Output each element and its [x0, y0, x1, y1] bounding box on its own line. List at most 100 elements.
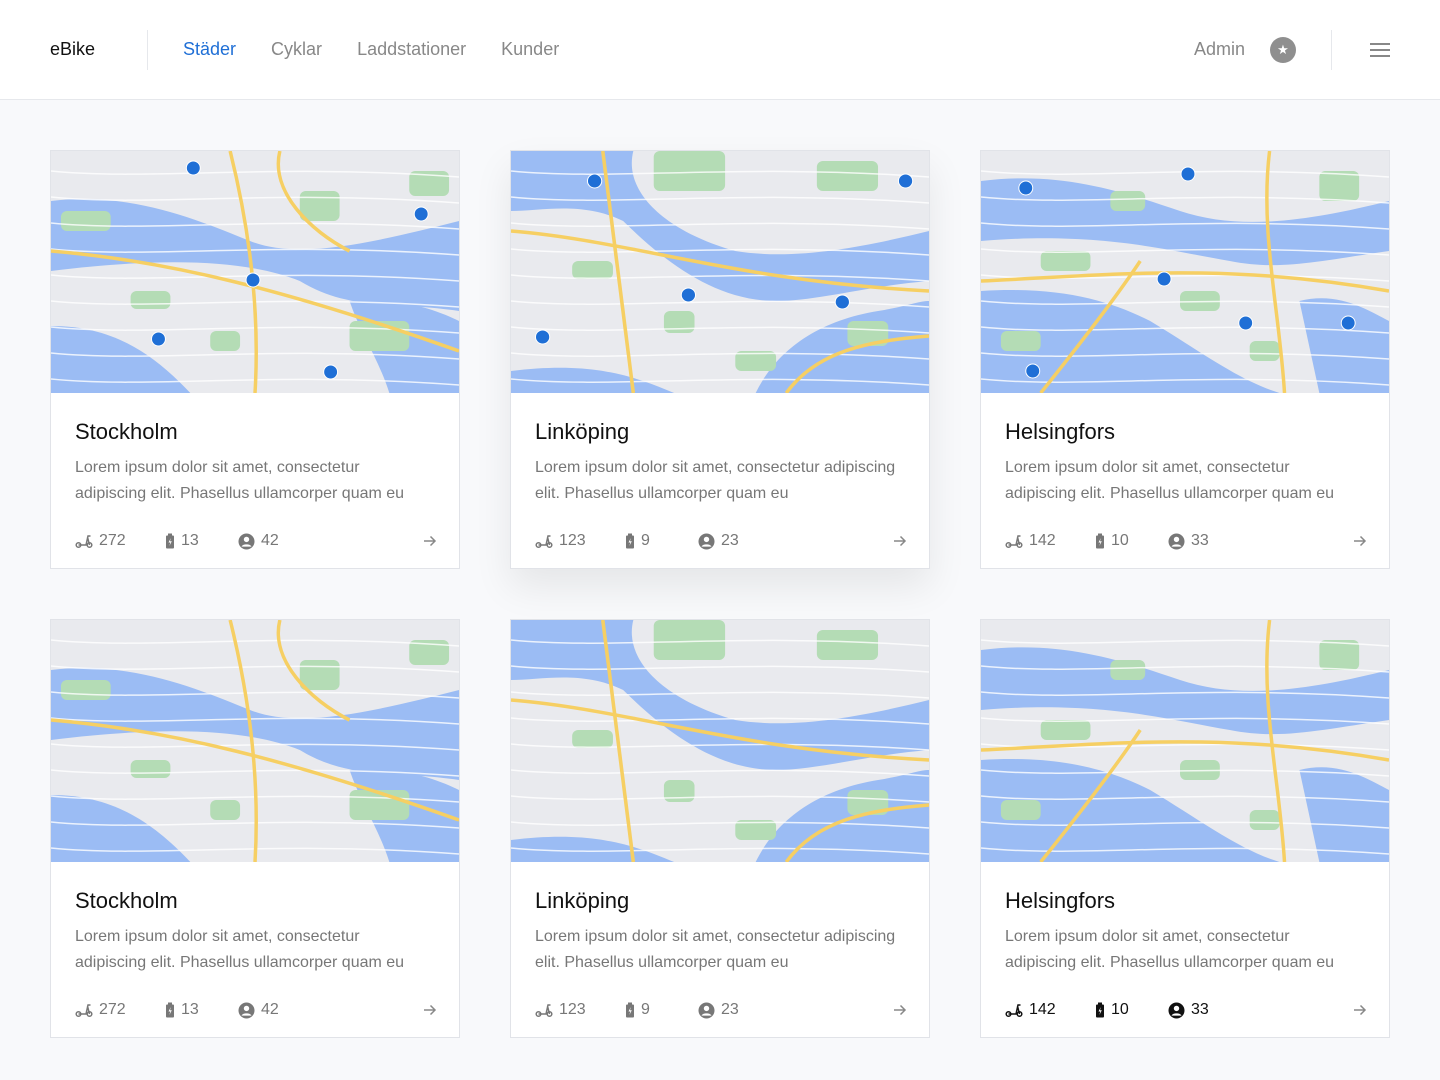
customer-count: 42 [238, 532, 308, 550]
scooter-location-marker[interactable] [680, 287, 697, 303]
city-title: Helsingfors [1005, 419, 1116, 444]
battery-icon [1096, 533, 1104, 549]
city-stats: 123 9 23 [535, 999, 907, 1021]
user-area: Admin ★ [1194, 29, 1390, 70]
scooter-location-marker[interactable] [1340, 315, 1356, 331]
nav-item-cyklar[interactable]: Cyklar [271, 39, 322, 60]
city-stats: 142 10 33 [1005, 999, 1367, 1021]
arrow-right-icon[interactable] [893, 535, 907, 547]
arrow-right-icon[interactable] [423, 535, 437, 547]
city-stats: 272 13 42 [75, 999, 437, 1021]
scooter-location-marker[interactable] [897, 173, 914, 189]
city-map[interactable] [51, 620, 459, 862]
city-description: Lorem ipsum dolor sit amet, consectetur … [1005, 459, 1335, 502]
customer-count: 42 [238, 1001, 308, 1019]
city-card[interactable]: Helsingfors Lorem ipsum dolor sit amet, … [980, 619, 1390, 1038]
city-description: Lorem ipsum dolor sit amet, consectetur … [75, 928, 405, 971]
battery-icon [626, 533, 634, 549]
city-description: Lorem ipsum dolor sit amet, consectetur … [535, 459, 896, 502]
user-circle-icon [238, 533, 255, 549]
user-name[interactable]: Admin [1194, 39, 1245, 60]
scooter-location-marker[interactable] [245, 272, 261, 288]
scooter-icon [535, 1004, 553, 1018]
brand-logo[interactable]: eBike [50, 39, 147, 60]
scooter-icon [1005, 1004, 1023, 1018]
battery-icon [1096, 1002, 1104, 1018]
city-grid: Stockholm Lorem ipsum dolor sit amet, co… [50, 150, 1390, 1038]
scooter-count: 272 [75, 532, 165, 550]
customer-count: 33 [1168, 532, 1238, 550]
city-map[interactable] [51, 151, 459, 393]
city-title: Linköping [535, 888, 630, 913]
city-stats: 123 9 23 [535, 530, 907, 552]
customer-count: 23 [698, 532, 768, 550]
user-circle-icon [1168, 1002, 1185, 1018]
nav-item-laddstationer[interactable]: Laddstationer [357, 39, 466, 60]
scooter-location-marker[interactable] [1180, 166, 1196, 182]
top-bar: eBike Städer Cyklar Laddstationer Kunder… [0, 0, 1440, 100]
city-map[interactable] [511, 151, 929, 393]
scooter-count: 142 [1005, 532, 1095, 550]
arrow-right-icon[interactable] [1353, 1004, 1367, 1016]
station-count: 9 [625, 532, 698, 550]
city-title: Stockholm [75, 419, 178, 444]
station-count: 10 [1095, 532, 1168, 550]
city-stats: 272 13 42 [75, 530, 437, 552]
city-stats: 142 10 33 [1005, 530, 1367, 552]
city-description: Lorem ipsum dolor sit amet, consectetur … [535, 928, 896, 971]
user-circle-icon [1168, 533, 1185, 549]
station-count: 9 [625, 1001, 698, 1019]
scooter-location-marker[interactable] [413, 206, 429, 222]
city-card[interactable]: Stockholm Lorem ipsum dolor sit amet, co… [50, 619, 460, 1038]
scooter-location-marker[interactable] [586, 173, 603, 189]
arrow-right-icon[interactable] [1353, 535, 1367, 547]
scooter-location-marker[interactable] [185, 160, 201, 176]
customer-count: 23 [698, 1001, 768, 1019]
nav-item-kunder[interactable]: Kunder [501, 39, 559, 60]
arrow-right-icon[interactable] [893, 1004, 907, 1016]
battery-icon [166, 1002, 174, 1018]
city-card[interactable]: Linköping Lorem ipsum dolor sit amet, co… [510, 619, 930, 1038]
customer-count: 33 [1168, 1001, 1238, 1019]
header-divider [147, 29, 148, 70]
battery-icon [166, 533, 174, 549]
city-card[interactable]: Helsingfors Lorem ipsum dolor sit amet, … [980, 150, 1390, 569]
header-divider-right [1331, 29, 1332, 70]
scooter-count: 272 [75, 1001, 165, 1019]
star-icon: ★ [1277, 41, 1289, 57]
station-count: 10 [1095, 1001, 1168, 1019]
scooter-location-marker[interactable] [834, 294, 850, 310]
user-circle-icon [698, 1002, 715, 1018]
city-map[interactable] [981, 151, 1389, 393]
scooter-location-marker[interactable] [1156, 271, 1172, 287]
user-circle-icon [698, 533, 715, 549]
scooter-location-marker[interactable] [323, 364, 339, 380]
scooter-count: 142 [1005, 1001, 1095, 1019]
scooter-icon [535, 535, 553, 549]
scooter-location-marker[interactable] [1025, 363, 1041, 379]
city-description: Lorem ipsum dolor sit amet, consectetur … [75, 459, 405, 502]
hamburger-icon[interactable] [1370, 42, 1390, 57]
city-title: Helsingfors [1005, 888, 1116, 913]
city-description: Lorem ipsum dolor sit amet, consectetur … [1005, 928, 1335, 971]
scooter-location-marker[interactable] [151, 331, 166, 347]
scooter-location-marker[interactable] [1238, 315, 1254, 331]
user-circle-icon [238, 1002, 255, 1018]
scooter-count: 123 [535, 1001, 625, 1019]
scooter-count: 123 [535, 532, 625, 550]
battery-icon [626, 1002, 634, 1018]
scooter-location-marker[interactable] [534, 329, 551, 345]
scooter-icon [75, 535, 93, 549]
scooter-location-marker[interactable] [1018, 180, 1034, 196]
city-card[interactable]: Stockholm Lorem ipsum dolor sit amet, co… [50, 150, 460, 569]
city-card[interactable]: Linköping Lorem ipsum dolor sit amet, co… [510, 150, 930, 569]
station-count: 13 [165, 1001, 238, 1019]
scooter-icon [1005, 535, 1023, 549]
city-map[interactable] [981, 620, 1389, 862]
city-map[interactable] [511, 620, 929, 862]
station-count: 13 [165, 532, 238, 550]
nav-item-stader[interactable]: Städer [183, 39, 236, 60]
arrow-right-icon[interactable] [423, 1004, 437, 1016]
scooter-icon [75, 1004, 93, 1018]
avatar[interactable]: ★ [1270, 36, 1296, 63]
